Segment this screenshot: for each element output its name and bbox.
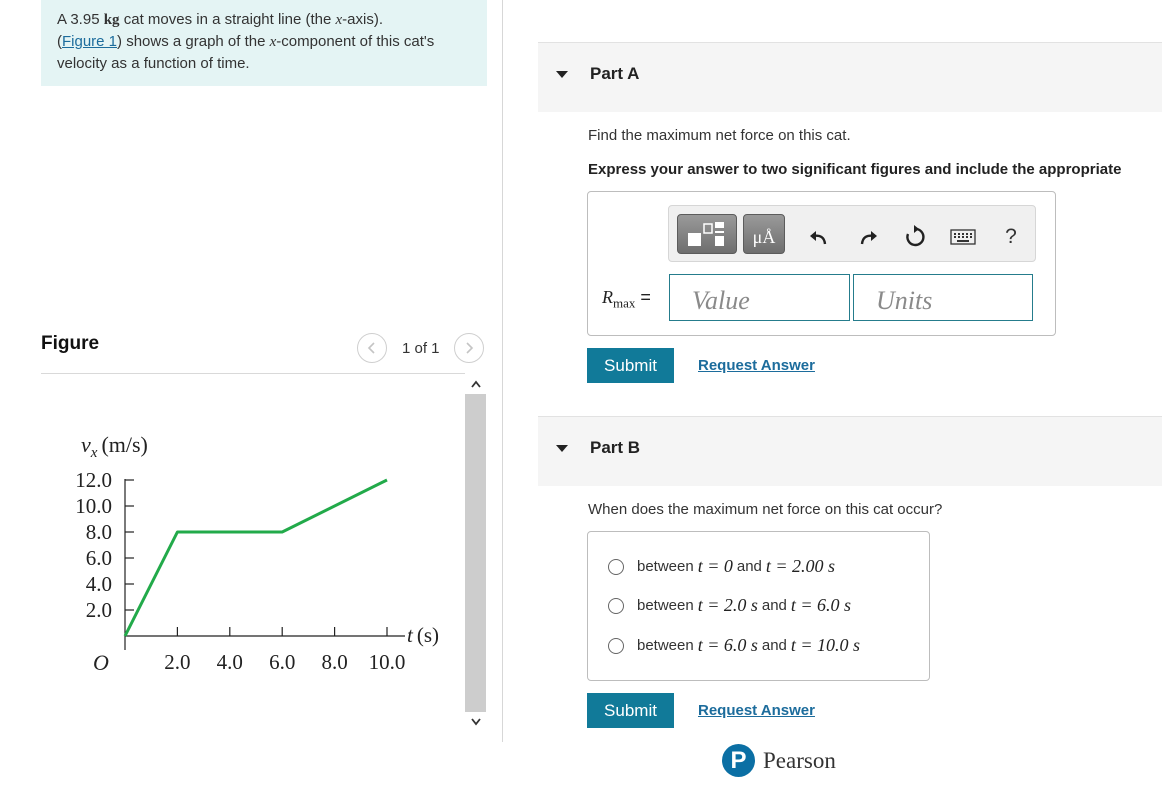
figure-link[interactable]: Figure 1 (62, 33, 117, 50)
intro-text: cat moves in a straight line (the (119, 11, 336, 28)
chevron-down-icon (470, 718, 481, 726)
scroll-up-button[interactable] (465, 374, 486, 394)
option-1[interactable]: between t = 0 and t = 2.00 s (608, 556, 839, 577)
x-tick-label: 4.0 (217, 650, 243, 674)
pearson-logo-icon: P (722, 744, 755, 777)
figure-heading: Figure (41, 333, 100, 354)
part-b-header[interactable]: Part B (538, 416, 1162, 486)
y-tick-label: 8.0 (86, 520, 112, 544)
part-b-title: Part B (590, 438, 641, 457)
radio-button[interactable] (608, 637, 624, 654)
help-icon: ? (1005, 225, 1017, 248)
figure-pager: 1 of 1 (402, 340, 440, 357)
pane-divider (502, 0, 503, 742)
templates-button[interactable] (677, 214, 737, 254)
part-a-request-answer-link[interactable]: Request Answer (698, 357, 815, 374)
intro-text: -axis). (342, 11, 384, 28)
answer-variable-label: Rmax = (602, 287, 651, 311)
radio-button[interactable] (608, 558, 624, 575)
undo-button[interactable] (804, 224, 834, 250)
part-a-instruction: Express your answer to two significant f… (588, 161, 1122, 178)
figure-scrollbar[interactable] (465, 374, 486, 732)
intro-text: A 3.95 (57, 11, 104, 28)
radio-button[interactable] (608, 597, 624, 614)
next-figure-button[interactable] (454, 333, 484, 363)
value-input[interactable] (669, 274, 850, 321)
y-tick-label: 12.0 (75, 468, 112, 492)
previous-figure-button[interactable] (357, 333, 387, 363)
option-3[interactable]: between t = 6.0 s and t = 10.0 s (608, 635, 864, 656)
y-tick-label: 2.0 (86, 598, 112, 622)
x-tick-label: 2.0 (164, 650, 190, 674)
units-icon: μÅ (752, 226, 776, 247)
divider (41, 373, 465, 374)
units-button[interactable]: μÅ (743, 214, 785, 254)
chevron-left-icon (367, 342, 375, 354)
scroll-thumb[interactable] (465, 394, 486, 712)
part-a-submit-button[interactable]: Submit (587, 348, 674, 383)
y-axis-label: vx (m/s) (81, 432, 148, 461)
templates-icon (688, 222, 724, 246)
part-a-title: Part A (590, 64, 640, 83)
mass-unit: kg (103, 12, 120, 28)
velocity-time-chart: 12.010.08.06.04.02.02.0 4.0 6.0 8.0 10.0 vx(… (75, 432, 439, 675)
velocity-series-line (123, 478, 388, 637)
problem-statement: A 3.95 kg cat moves in a straight line (… (41, 0, 487, 86)
keyboard-icon (950, 229, 976, 245)
collapse-caret-icon (556, 445, 568, 452)
option-2[interactable]: between t = 2.0 s and t = 6.0 s (608, 595, 855, 616)
x-axis-label: t (s) (407, 623, 439, 647)
reset-icon (906, 225, 925, 247)
part-a-question: Find the maximum net force on this cat. (588, 127, 851, 144)
x-tick-label: 10.0 (369, 650, 406, 674)
reset-button[interactable] (900, 224, 930, 250)
part-a-header[interactable]: Part A (538, 42, 1162, 112)
chevron-right-icon (466, 342, 474, 354)
y-tick-label: 6.0 (86, 546, 112, 570)
math-toolbar: μÅ ? (668, 205, 1036, 262)
scroll-down-button[interactable] (465, 712, 486, 732)
redo-icon (860, 231, 877, 245)
intro-text: ) shows a graph of the (117, 33, 270, 50)
x-tick-label: 6.0 (269, 650, 295, 674)
part-b-submit-button[interactable]: Submit (587, 693, 674, 728)
y-tick-label: 10.0 (75, 494, 112, 518)
units-input[interactable] (853, 274, 1033, 321)
collapse-caret-icon (556, 71, 568, 78)
x-tick-label: 8.0 (321, 650, 347, 674)
undo-icon (810, 231, 827, 245)
y-tick-label: 4.0 (86, 572, 112, 596)
help-button[interactable]: ? (996, 224, 1026, 250)
redo-button[interactable] (853, 224, 883, 250)
brand-name: Pearson (763, 747, 836, 773)
part-b-request-answer-link[interactable]: Request Answer (698, 702, 815, 719)
chevron-up-icon (470, 380, 481, 388)
pearson-brand: P Pearson (722, 744, 836, 777)
origin-label: O (93, 650, 109, 675)
part-b-question: When does the maximum net force on this … (588, 501, 943, 518)
keyboard-button[interactable] (948, 224, 978, 250)
